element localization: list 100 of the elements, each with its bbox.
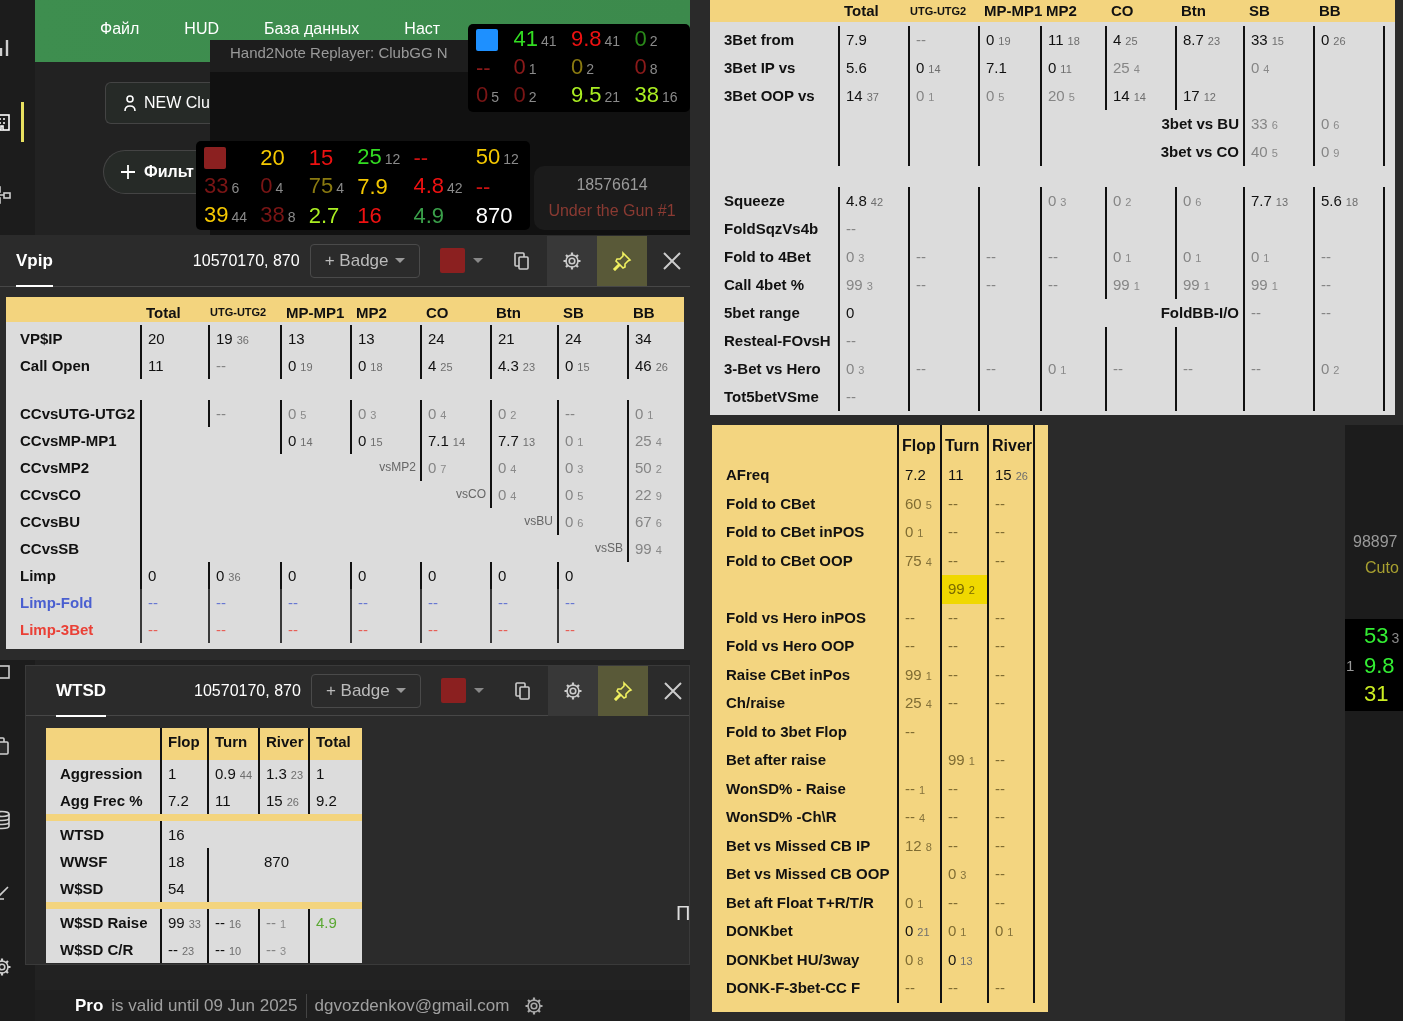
table-cell: 99 2 [940,575,987,604]
table-cell: 0 11 [1040,54,1105,82]
row-label: W$SD Raise [59,913,149,933]
table-cell: -- [908,26,978,54]
table-cell: 0 36 [208,562,280,589]
table-cell: 7.9 [838,26,908,54]
menu-item[interactable]: База данных [264,20,360,38]
row-label: WonSD% - Raise [725,778,847,799]
player-id: 98897 [1353,533,1398,551]
badge-dropdown[interactable]: + Badge [310,673,421,708]
caret-icon [394,258,405,263]
menu-item[interactable]: Файл [100,20,140,38]
grid-line [1313,215,1385,243]
table-cell: -- [987,974,1035,1003]
settings-icon[interactable] [524,995,545,1016]
table-cell: -- [1313,299,1385,327]
table-cell: -- [838,383,908,411]
table-cell: -- [940,689,987,718]
row-label: WWSF [59,852,109,872]
hud-stat: 75 4 [308,172,345,200]
filter-button[interactable]: Фильт [103,150,196,194]
column-header: UTG-UTG2 [209,305,268,320]
column-header: BB [1318,1,1342,21]
table-cell: 13 [350,325,420,352]
table-cell: -- [940,774,987,803]
table-cell: 20 [140,325,208,352]
row-label: Aggression [59,764,144,784]
table-cell: -- [940,632,987,661]
settings-button[interactable] [546,235,597,286]
table-cell: 20 5 [1040,82,1105,110]
row-label: Fold to CBet OOP [725,550,854,571]
table-cell: 33 6 [1243,110,1313,138]
hud-count: 1 [1345,656,1356,674]
table-cell: 0 4 [420,400,490,427]
account-email: dgvozdenkov@gmail.com [314,995,510,1016]
plan-label: Pro [75,995,104,1016]
table-cell: -- [987,803,1035,832]
hud-stat: 0 4 [260,172,285,200]
hud-stat: 16 [357,202,383,229]
close-icon[interactable] [660,249,683,272]
plus-icon [120,164,136,180]
column-header: UTG-UTG2 [909,4,968,19]
table-cell: -- 4 [897,803,940,832]
badge-dropdown[interactable]: + Badge [309,243,420,278]
hud-stat: 38 16 [634,82,679,109]
table-cell: -- [280,616,350,643]
column-header: MP2 [1045,1,1078,21]
hud-stat: 25 12 [357,143,402,171]
row-label: CCvsUTG-UTG2 [19,404,136,424]
table-cell: 99 1 [1175,271,1243,299]
table-cell: 0 1 [1105,243,1175,271]
color-picker[interactable] [439,248,483,273]
table-cell: 0 2 [1105,187,1175,215]
table-cell: -- [1105,355,1175,383]
table-cell: 24 [557,325,627,352]
table-cell: -- [978,243,1040,271]
row-label: Bet aft Float T+R/T/R [725,892,875,913]
table-cell: -- [1313,243,1385,271]
player-position: Cuto [1365,559,1400,577]
table-cell: 0 4 [1243,54,1313,82]
row-label: WonSD% -Ch\R [725,807,838,827]
table-cell: 25 4 [627,427,684,454]
table-cell: 99 1 [897,660,940,689]
table-cell: 0 1 [987,917,1035,946]
table-cell: -- [208,352,280,379]
menu-item[interactable]: Наст [404,20,441,38]
color-picker[interactable] [440,678,484,703]
table-cell: 4 25 [1105,26,1175,54]
pin-button[interactable] [596,235,647,286]
table-cell: -- [350,616,420,643]
table-cell: -- 1 [897,774,940,803]
table-cell: 5.6 18 [1313,187,1385,215]
row-label: FoldBB-I/O [1159,303,1240,323]
table-cell: -- 23 [160,936,207,963]
column-note: vsSB [594,540,624,557]
pin-button[interactable] [597,665,648,716]
column-header: CO [425,303,450,322]
hud-stat: -- [413,144,430,171]
table-cell: -- [280,589,350,616]
hud-stat: 39 44 [204,201,249,229]
row-label: Call Open [19,356,91,376]
table-cell: -- [557,400,627,427]
table-cell: 0 19 [978,26,1040,54]
row-label: Squeeze [723,191,786,211]
menu-item[interactable]: HUD [184,20,219,38]
tab[interactable]: WTSD [56,664,107,717]
table-cell: 7.1 [978,54,1040,82]
table-cell: -- [140,616,208,643]
row-label: Call 4bet % [723,275,806,295]
hud-stat: 4.9 [413,202,445,229]
client-button[interactable]: NEW Clu [105,82,210,124]
table-cell: 17 12 [1175,82,1243,110]
close-icon[interactable] [661,679,684,702]
row-label: Fold to CBet inPOS [725,522,866,542]
row-label: Tot5betVSme [723,387,820,407]
table-cell: 0 15 [350,427,420,454]
table-cell: -- [1040,271,1105,299]
settings-button[interactable] [547,665,598,716]
sidebar-item[interactable] [0,101,24,142]
table-cell: 0 [490,562,557,589]
